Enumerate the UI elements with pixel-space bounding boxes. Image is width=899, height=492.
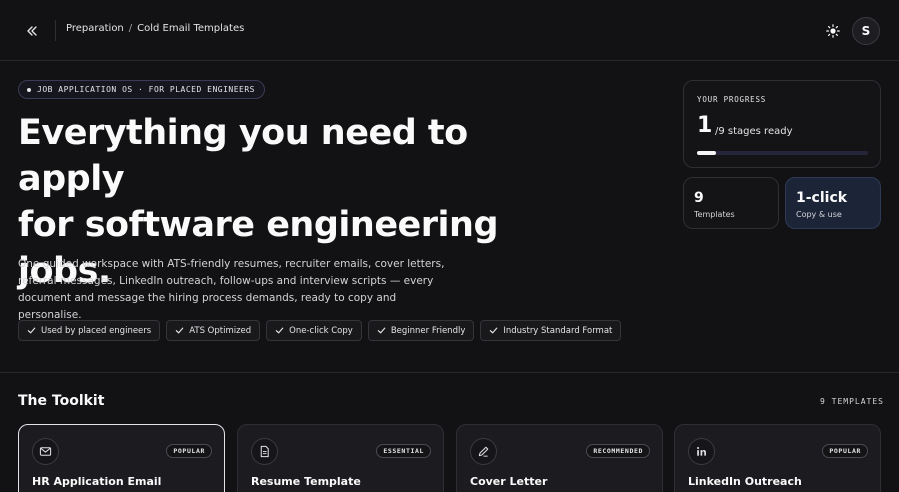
template-icon-wrap: [32, 438, 59, 465]
sun-icon: [826, 24, 840, 38]
feature-chip: Industry Standard Format: [480, 320, 622, 341]
template-icon-wrap: [251, 438, 278, 465]
template-card-resume-template[interactable]: ESSENTIAL Resume Template: [237, 424, 444, 492]
feature-chip-label: Used by placed engineers: [41, 325, 152, 336]
stat-label: Templates: [694, 210, 735, 219]
template-badge: POPULAR: [822, 444, 868, 458]
feature-chip-label: One-click Copy: [289, 325, 353, 336]
feature-chip-label: ATS Optimized: [189, 325, 252, 336]
template-name: Cover Letter: [470, 475, 548, 488]
mail-icon: [39, 447, 52, 456]
feature-chip: ATS Optimized: [166, 320, 261, 341]
template-icon-wrap: [688, 438, 715, 465]
template-badge: POPULAR: [166, 444, 212, 458]
breadcrumb-item-current: Cold Email Templates: [137, 23, 245, 34]
progress-suffix: /9 stages ready: [715, 126, 793, 137]
double-chevron-left-icon: [27, 26, 37, 36]
feature-chip-label: Industry Standard Format: [503, 325, 613, 336]
check-icon: [275, 327, 284, 334]
feature-chip-label: Beginner Friendly: [390, 325, 466, 336]
hero-title-line: for software engineering: [18, 205, 499, 245]
eyebrow-badge: JOB APPLICATION OS · FOR PLACED ENGINEER…: [18, 80, 265, 99]
user-avatar[interactable]: S: [852, 17, 880, 45]
toolkit-count: 9 TEMPLATES: [820, 397, 884, 406]
template-name: LinkedIn Outreach: [688, 475, 802, 488]
stat-card-templates: 9 Templates: [683, 177, 779, 229]
template-card-hr-application-email[interactable]: POPULAR HR Application Email: [18, 424, 225, 492]
check-icon: [377, 327, 386, 334]
check-icon: [175, 327, 184, 334]
breadcrumb-item-preparation[interactable]: Preparation: [66, 23, 124, 34]
feature-chip: Beginner Friendly: [367, 320, 475, 341]
avatar-initial: S: [861, 24, 871, 38]
template-card-cover-letter[interactable]: RECOMMENDED Cover Letter: [456, 424, 663, 492]
template-badge: ESSENTIAL: [376, 444, 431, 458]
feature-chips: Used by placed engineers ATS Optimized O…: [18, 320, 622, 341]
progress-bar-fill: [697, 151, 716, 155]
template-card-linkedin-outreach[interactable]: POPULAR LinkedIn Outreach: [674, 424, 881, 492]
progress-value: 1: [697, 113, 713, 138]
header-divider: [55, 20, 56, 41]
stat-value: 9: [694, 190, 704, 206]
stat-label: Copy & use: [796, 210, 842, 219]
section-divider: [0, 372, 899, 373]
progress-bar: [697, 151, 868, 155]
template-name: HR Application Email: [32, 475, 162, 488]
toolkit-title: The Toolkit: [18, 393, 105, 409]
stat-card-copy: 1-click Copy & use: [785, 177, 881, 229]
check-icon: [490, 327, 498, 334]
breadcrumb: Preparation / Cold Email Templates: [66, 23, 244, 34]
template-name: Resume Template: [251, 475, 361, 488]
progress-label: YOUR PROGRESS: [697, 95, 767, 104]
top-bar: Preparation / Cold Email Templates S: [0, 0, 899, 61]
feature-chip: Used by placed engineers: [18, 320, 161, 341]
collapse-sidebar-button[interactable]: [20, 19, 44, 43]
eyebrow-text: JOB APPLICATION OS · FOR PLACED ENGINEER…: [37, 85, 255, 94]
document-icon: [260, 445, 269, 458]
breadcrumb-separator: /: [128, 23, 133, 34]
eyebrow-dot-icon: [27, 87, 31, 92]
check-icon: [27, 327, 36, 334]
template-badge: RECOMMENDED: [586, 444, 650, 458]
hero-description: One guided workspace with ATS-friendly r…: [18, 258, 445, 321]
progress-card: YOUR PROGRESS 1 /9 stages ready: [683, 80, 881, 168]
hero-title-line: Everything you need to apply: [18, 113, 468, 199]
feature-chip: One-click Copy: [266, 320, 362, 341]
stat-value: 1-click: [796, 190, 848, 206]
pen-icon: [478, 446, 489, 457]
linkedin-icon: [697, 446, 706, 456]
template-icon-wrap: [470, 438, 497, 465]
theme-toggle-button[interactable]: [824, 22, 842, 40]
